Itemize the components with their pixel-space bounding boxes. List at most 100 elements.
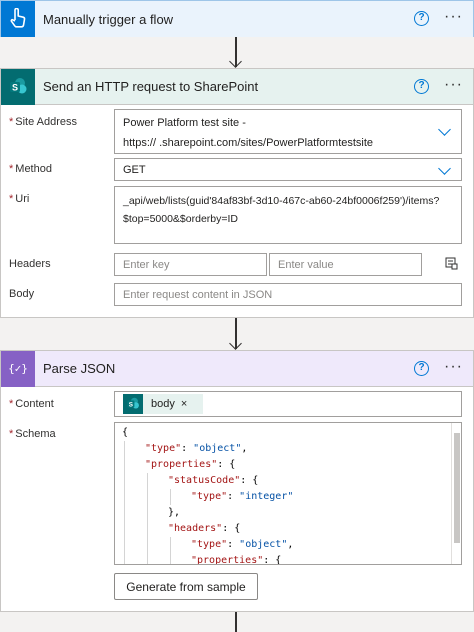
schema-line: },	[122, 505, 322, 521]
sharepoint-icon: S	[10, 77, 27, 93]
schema-token: "type"	[191, 539, 228, 550]
switch-to-text-mode-icon[interactable]	[445, 257, 458, 270]
indent-guide	[124, 457, 125, 473]
schema-line: "statusCode": {	[122, 473, 322, 489]
indent-guide	[170, 489, 171, 505]
indent-guide	[124, 489, 125, 505]
schema-line: "type": "object",	[122, 537, 322, 553]
remove-token-icon[interactable]: ×	[181, 398, 187, 410]
indent-guide	[170, 537, 171, 553]
header-value-placeholder: Enter value	[278, 259, 334, 271]
schema-token: :	[227, 539, 240, 550]
trigger-header[interactable]: Manually trigger a flow ? ···	[1, 1, 473, 37]
indent-guide	[124, 521, 125, 537]
parse-header[interactable]: {✓} Parse JSON ? ···	[1, 350, 473, 387]
help-icon[interactable]: ?	[414, 11, 429, 26]
uri-input[interactable]: _api/web/lists(guid'84af83bf-3d10-467c-a…	[114, 186, 462, 244]
schema-line: "headers": {	[122, 521, 322, 537]
token-label: body	[151, 398, 175, 410]
header-key-placeholder: Enter key	[123, 259, 170, 271]
schema-label: * Schema	[9, 428, 56, 440]
schema-line: "properties": {	[122, 553, 322, 565]
site-address-line1: Power Platform test site -	[123, 117, 246, 129]
help-icon[interactable]: ?	[414, 361, 429, 376]
site-address-line2: https:// .sharepoint.com/sites/PowerPlat…	[123, 137, 374, 149]
trigger-card[interactable]: Manually trigger a flow ? ···	[0, 0, 474, 37]
indent-guide	[147, 489, 148, 505]
body-token[interactable]: S body ×	[123, 394, 203, 414]
schema-token: : {	[240, 475, 259, 486]
schema-token: "type"	[145, 443, 182, 454]
svg-text:S: S	[129, 401, 133, 408]
sharepoint-icon: S	[123, 394, 143, 414]
schema-token: "object"	[239, 539, 288, 550]
trigger-title: Manually trigger a flow	[43, 11, 174, 27]
schema-token: "type"	[191, 491, 228, 502]
schema-token: "properties"	[145, 459, 218, 470]
method-dropdown[interactable]: GET	[114, 158, 462, 181]
parse-json-icon-box: {✓}	[1, 350, 35, 387]
sharepoint-logo-icon: S	[127, 397, 139, 409]
uri-line2: $top=5000&$orderby=ID	[123, 213, 239, 225]
schema-line: "type": "object",	[122, 441, 322, 457]
indent-guide	[170, 553, 171, 564]
help-icon[interactable]: ?	[414, 79, 429, 94]
schema-token: "integer"	[239, 491, 294, 502]
schema-token: :	[181, 443, 194, 454]
schema-token: },	[168, 507, 181, 518]
method-label: * Method	[9, 163, 52, 175]
indent-guide	[124, 553, 125, 564]
schema-token: "headers"	[168, 523, 223, 534]
schema-token: "statusCode"	[168, 475, 241, 486]
generate-from-sample-button[interactable]: Generate from sample	[114, 573, 258, 600]
scrollbar[interactable]	[451, 423, 461, 564]
parse-title: Parse JSON	[43, 361, 116, 376]
hand-pointer-icon	[10, 8, 26, 28]
body-label: Body	[9, 288, 35, 300]
schema-token: "object"	[193, 443, 242, 454]
headers-label: Headers	[9, 258, 51, 270]
schema-token: ,	[241, 443, 248, 454]
schema-token: : {	[217, 459, 236, 470]
header-value-input[interactable]: Enter value	[269, 253, 422, 276]
uri-line1: _api/web/lists(guid'84af83bf-3d10-467c-a…	[123, 195, 440, 207]
content-input[interactable]: S body ×	[114, 391, 462, 417]
chevron-down-icon[interactable]	[438, 162, 451, 175]
curly-braces-icon: {✓}	[8, 362, 28, 375]
schema-editor[interactable]: {"type": "object", "properties": {"status…	[114, 422, 462, 565]
indent-guide	[124, 505, 125, 521]
indent-guide	[147, 505, 148, 521]
more-options-button[interactable]: ···	[444, 8, 463, 26]
chevron-down-icon[interactable]	[438, 123, 451, 136]
content-label: * Content	[9, 398, 54, 410]
body-input[interactable]: Enter request content in JSON	[114, 283, 462, 306]
more-options-button[interactable]: ···	[444, 76, 463, 94]
indent-guide	[124, 441, 125, 457]
http-header[interactable]: S Send an HTTP request to SharePoint ? ·…	[1, 68, 473, 105]
indent-guide	[147, 553, 148, 564]
more-options-button[interactable]: ···	[444, 358, 463, 376]
indent-guide	[124, 473, 125, 489]
arrowhead-icon	[229, 55, 242, 68]
schema-line: {	[122, 425, 322, 441]
http-request-card: S Send an HTTP request to SharePoint ? ·…	[0, 68, 474, 318]
schema-token: "properties"	[191, 555, 264, 565]
schema-line: "type": "integer"	[122, 489, 322, 505]
schema-token: :	[227, 491, 240, 502]
body-placeholder: Enter request content in JSON	[123, 289, 273, 301]
uri-label: * Uri	[9, 193, 30, 205]
http-title: Send an HTTP request to SharePoint	[43, 79, 259, 94]
schema-line: "properties": {	[122, 457, 322, 473]
indent-guide	[147, 537, 148, 553]
trigger-icon-box	[1, 1, 35, 37]
schema-code[interactable]: {"type": "object", "properties": {"status…	[122, 425, 322, 565]
method-value: GET	[123, 164, 146, 176]
arrowhead-icon	[229, 337, 242, 350]
schema-token: : {	[263, 555, 282, 565]
sharepoint-icon-box: S	[1, 68, 35, 105]
scrollbar-thumb[interactable]	[454, 433, 460, 543]
svg-text:S: S	[12, 82, 18, 92]
header-key-input[interactable]: Enter key	[114, 253, 267, 276]
site-address-dropdown[interactable]: Power Platform test site - https:// .sha…	[114, 109, 462, 154]
schema-token: {	[122, 427, 129, 438]
